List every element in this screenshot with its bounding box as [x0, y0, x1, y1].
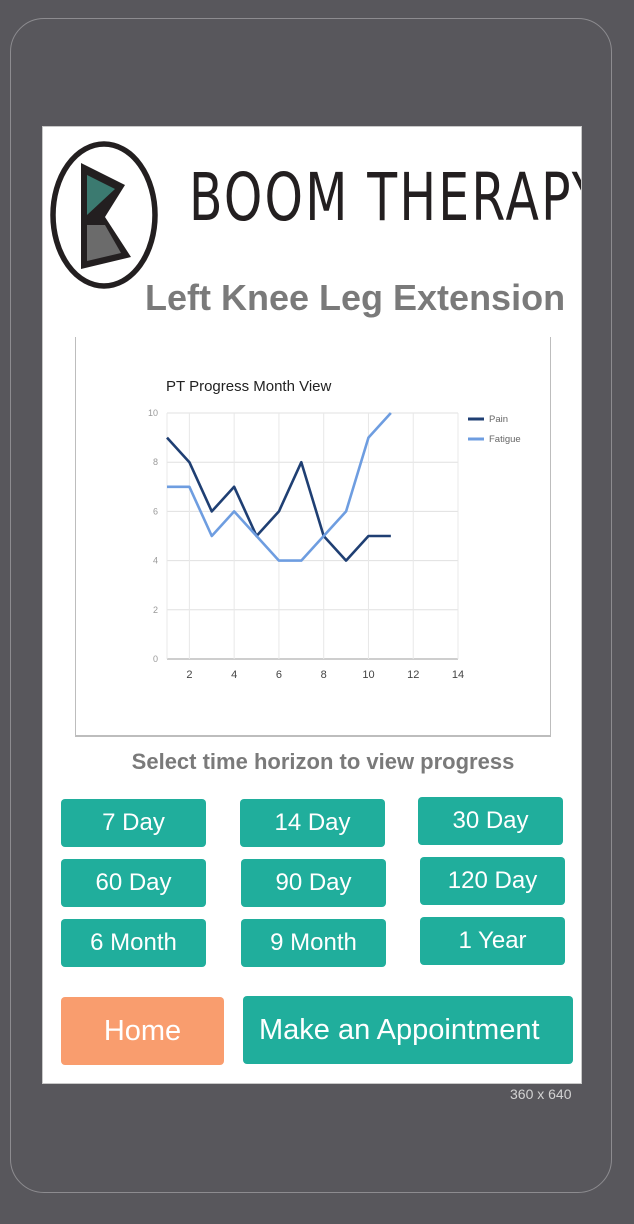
horizon-9-month-button[interactable]: 9 Month: [241, 919, 386, 967]
app-screen: BOOM THERAPY Left Knee Leg Extension 0 2 4…: [42, 126, 582, 1084]
horizon-90-day-button[interactable]: 90 Day: [241, 859, 386, 907]
horizon-60-day-button[interactable]: 60 Day: [61, 859, 206, 907]
x-tick-label: 12: [407, 669, 419, 681]
make-appointment-button[interactable]: Make an Appointment: [243, 996, 573, 1064]
y-tick-label: 6: [153, 506, 158, 516]
x-tick-label: 8: [321, 669, 327, 681]
horizon-7-day-button[interactable]: 7 Day: [61, 799, 206, 847]
x-tick-label: 4: [231, 669, 237, 681]
home-button[interactable]: Home: [61, 997, 224, 1065]
legend-label-pain: Pain: [489, 414, 508, 425]
x-tick-label: 14: [452, 669, 464, 681]
size-label: 360 x 640: [510, 1086, 572, 1102]
x-tick-label: 10: [362, 669, 374, 681]
progress-chart-svg: 0 2 4 6 8 10 2 4 6 8 10 12 14 Pain Fatigue PT Progre…: [148, 378, 521, 681]
progress-chart: 0 2 4 6 8 10 2 4 6 8 10 12 14 Pain Fatigue PT Progre…: [75, 337, 551, 737]
horizon-14-day-button[interactable]: 14 Day: [240, 799, 385, 847]
x-tick-label: 6: [276, 669, 282, 681]
y-tick-label: 0: [153, 654, 158, 664]
horizon-6-month-button[interactable]: 6 Month: [61, 919, 206, 967]
brand-logo: [50, 141, 158, 289]
x-tick-label: 2: [186, 669, 192, 681]
y-tick-label: 10: [148, 408, 158, 418]
legend-label-fatigue: Fatigue: [489, 434, 521, 445]
exercise-title: Left Knee Leg Extension: [145, 277, 566, 318]
y-tick-label: 2: [153, 605, 158, 615]
y-tick-label: 8: [153, 457, 158, 467]
y-tick-label: 4: [153, 556, 158, 566]
horizon-30-day-button[interactable]: 30 Day: [418, 797, 563, 845]
horizon-1-year-button[interactable]: 1 Year: [420, 917, 565, 965]
chart-title: PT Progress Month View: [166, 378, 332, 395]
brand-name: BOOM THERAPY: [189, 159, 582, 236]
time-horizon-label: Select time horizon to view progress: [131, 749, 515, 774]
horizon-120-day-button[interactable]: 120 Day: [420, 857, 565, 905]
